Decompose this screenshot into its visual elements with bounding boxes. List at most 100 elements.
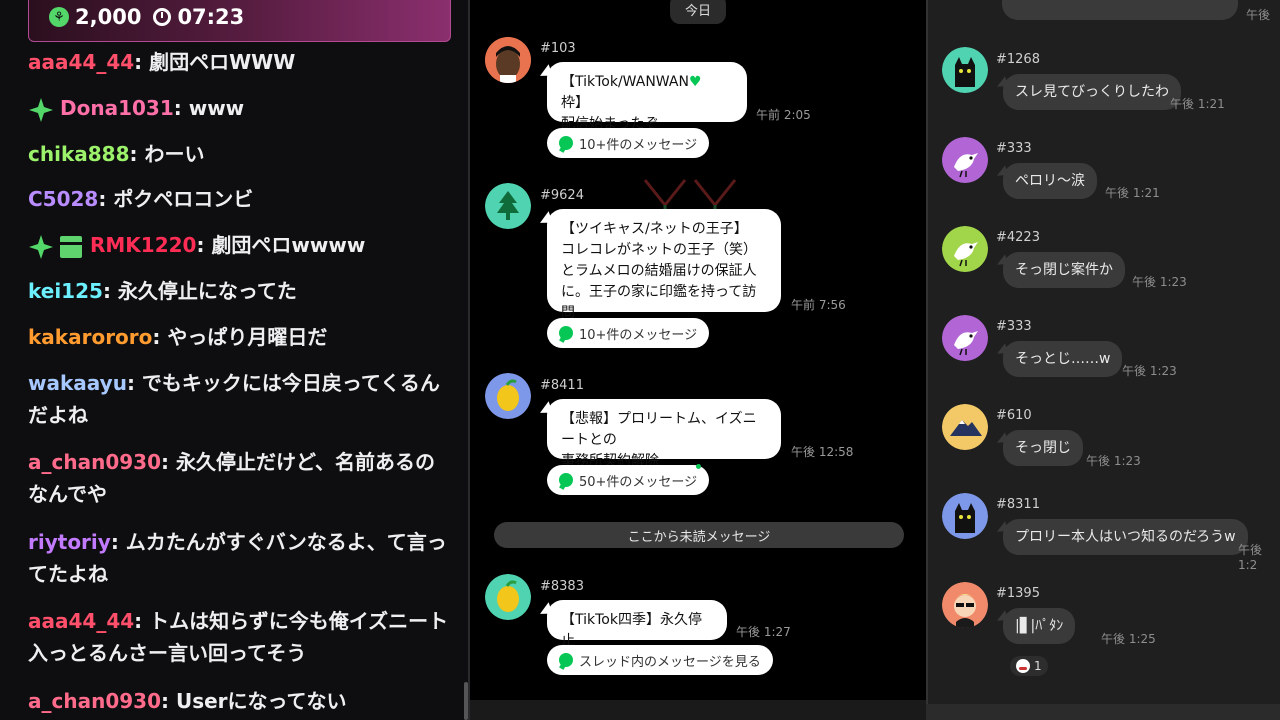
message-id: #4223	[996, 230, 1040, 245]
pinned-banner[interactable]: ⚘ 2,000 07:23	[28, 0, 451, 42]
live-chat-panel: ⚘ 2,000 07:23 aaa44_44: 劇団ペロWWW Dona1031:…	[0, 0, 470, 720]
avatar-mountain[interactable]	[942, 404, 988, 450]
chat-message: Dona1031: www	[28, 92, 453, 124]
gift-badge-icon	[60, 235, 82, 258]
avatar-lemon[interactable]	[485, 373, 531, 419]
chat-message: riytoriy: ムカたんがすぐバンなるよ、て言ってたよね	[28, 526, 453, 590]
avatar-lemon[interactable]	[485, 574, 531, 620]
chat-username[interactable]: kakarororo	[28, 325, 152, 349]
avatar-tree[interactable]	[485, 183, 531, 229]
message-id: #333	[996, 319, 1032, 334]
message-id: #103	[540, 41, 576, 56]
chat-text: 劇団ペロwwww	[211, 233, 366, 257]
avatar-bird[interactable]	[942, 226, 988, 272]
message-id: #9624	[540, 188, 584, 203]
chat-username[interactable]: riytoriy	[28, 530, 111, 554]
message-bubble[interactable]: プロリー本人はいつ知るのだろうw	[1003, 519, 1248, 555]
avatar-cat[interactable]	[942, 493, 988, 539]
chat-separator: :	[126, 371, 142, 395]
chat-separator: :	[152, 325, 168, 349]
message-bubble[interactable]: ペロリ〜涙	[1003, 163, 1097, 199]
pinned-row: ⚘ 2,000 07:23	[49, 3, 244, 31]
message-bubble-partial	[1002, 0, 1238, 20]
avatar-man[interactable]	[485, 37, 531, 83]
chat-separator: :	[173, 96, 189, 120]
reaction-face-icon	[1016, 659, 1030, 673]
chat-message: a_chan0930: 永久停止だけど、名前あるのなんでや	[28, 446, 453, 510]
coin-count: 2,000	[75, 5, 142, 29]
view-thread-button[interactable]: スレッド内のメッセージを見る	[547, 645, 773, 675]
unread-messages-divider: ここから未読メッセージ	[494, 522, 904, 548]
chat-username[interactable]: a_chan0930	[28, 689, 161, 713]
chat-username[interactable]: C5028	[28, 187, 98, 211]
thread-replies-button[interactable]: 10+件のメッセージ	[547, 318, 710, 348]
date-separator: 今日	[670, 0, 726, 24]
message-bubble[interactable]: スレ見てびっくりしたわ	[1003, 74, 1181, 110]
chat-separator: :	[134, 50, 150, 74]
message-id: #1395	[996, 586, 1040, 601]
chat-bubble-icon	[559, 326, 573, 340]
message-id: #333	[996, 141, 1032, 156]
message-time: 午前 7:56	[791, 298, 846, 312]
chat-username[interactable]: wakaayu	[28, 371, 127, 395]
chat-text: やっぱり月曜日だ	[167, 325, 328, 349]
chat-message: RMK1220: 劇団ペロwwww	[28, 229, 453, 261]
message-time: 午後 1:21	[1105, 186, 1160, 200]
chat-username[interactable]: RMK1220	[90, 233, 196, 257]
reply-panel-footer	[926, 704, 1280, 720]
chat-username[interactable]: aaa44_44	[28, 609, 134, 633]
avatar-bird[interactable]	[942, 315, 988, 361]
chat-separator: :	[134, 609, 150, 633]
message-line: コレコレがネットの王子（笑）	[561, 242, 757, 258]
chat-username[interactable]: Dona1031	[60, 96, 174, 120]
message-bubble[interactable]: 【TikTok/WANWAN♥ 枠】 配信始まったぞ	[547, 62, 747, 132]
reaction-badge[interactable]: 1	[1010, 656, 1048, 676]
avatar-bird[interactable]	[942, 137, 988, 183]
avatar-sunglasses[interactable]	[942, 582, 988, 628]
message-bubble[interactable]: そっ閉じ案件か	[1003, 252, 1125, 288]
chat-bubble-icon	[559, 136, 573, 150]
chat-username[interactable]: chika888	[28, 142, 130, 166]
message-time: 午後 12:58	[791, 445, 854, 459]
chat-bubble-icon	[559, 653, 573, 667]
message-time: 午後 1:23	[1122, 364, 1177, 378]
message-bubble[interactable]: 【ツイキャス/ネットの王子】 コレコレがネットの王子（笑） とラムメロの結婚届け…	[547, 209, 781, 321]
thread-replies-button[interactable]: 10+件のメッセージ	[547, 128, 710, 158]
chat-message: C5028: ポクペロコンビ	[28, 183, 453, 215]
message-bubble[interactable]: 【TikTok四季】永久停止	[547, 600, 727, 649]
chat-username[interactable]: a_chan0930	[28, 450, 161, 474]
message-time: 午後 1:23	[1086, 454, 1141, 468]
chat-bubble-icon	[559, 473, 573, 487]
chat-text: Userになってない	[175, 689, 347, 713]
message-time: 午後 1:2	[1238, 543, 1263, 572]
chat-text: 永久停止になってた	[117, 279, 297, 303]
message-line: 【TikTok/WANWAN♥ 枠】	[561, 74, 702, 111]
scrollbar-thumb[interactable]	[464, 682, 468, 720]
chat-message: a_chan0930: Userになってない	[28, 685, 453, 717]
avatar-cat[interactable]	[942, 47, 988, 93]
chat-username[interactable]: aaa44_44	[28, 50, 134, 74]
chat-separator: :	[161, 450, 176, 474]
message-time: 午後 1:25	[1101, 632, 1156, 646]
chat-text: わーい	[144, 142, 205, 166]
thread-panel-footer	[470, 700, 926, 720]
sparkle-badge-icon	[29, 234, 53, 259]
message-id: #610	[996, 408, 1032, 423]
message-bubble[interactable]: そっ閉じ	[1003, 430, 1083, 466]
chat-username[interactable]: kei125	[28, 279, 103, 303]
message-time: 午後 1:21	[1170, 97, 1225, 111]
message-id: #8311	[996, 497, 1040, 512]
chat-text: ポクペロコンビ	[113, 187, 254, 211]
message-bubble[interactable]: |▋|ﾊﾟﾀﾝ	[1003, 608, 1076, 644]
chat-message: aaa44_44: 劇団ペロWWW	[28, 46, 453, 78]
thread-replies-button[interactable]: 50+件のメッセージ	[547, 465, 710, 495]
message-id: #8383	[540, 579, 584, 594]
chat-separator: :	[196, 233, 212, 257]
message-line: 【ツイキャス/ネットの王子】	[561, 221, 748, 237]
chat-separator: :	[98, 187, 114, 211]
chat-message: wakaayu: でもキックには今日戻ってくるんだよね	[28, 367, 453, 431]
message-bubble[interactable]: そっとじ……w	[1003, 341, 1123, 377]
message-bubble[interactable]: 【悲報】プロリートム、イズニートとの 事務所契約解除	[547, 399, 781, 469]
chat-text: 劇団ペロWWW	[149, 50, 296, 74]
chat-message: kei125: 永久停止になってた	[28, 275, 453, 307]
